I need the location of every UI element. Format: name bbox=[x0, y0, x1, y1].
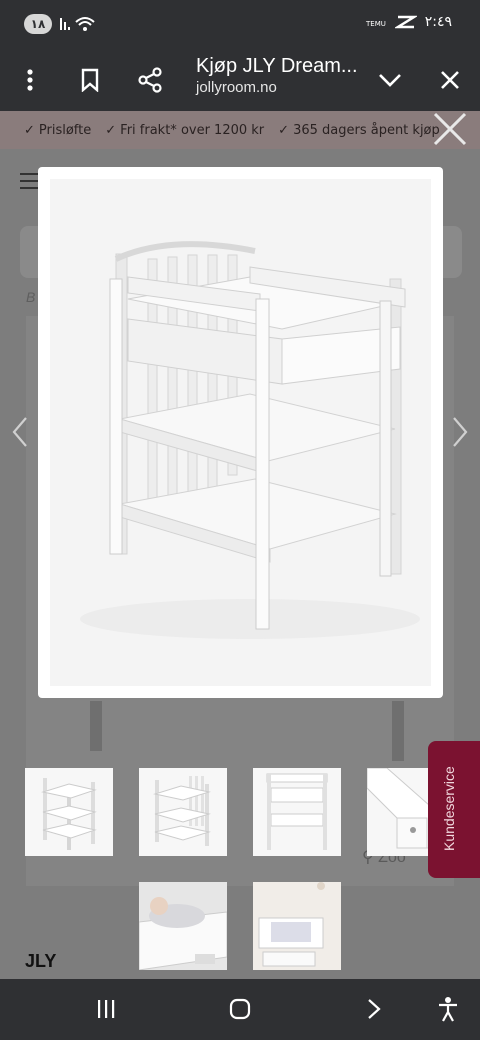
recent-apps-icon[interactable] bbox=[88, 993, 124, 1025]
customer-service-label: Kundeservice bbox=[441, 766, 457, 851]
product-image-large bbox=[50, 179, 431, 686]
bookmark-icon[interactable] bbox=[74, 64, 106, 96]
gallery-thumbnail[interactable] bbox=[139, 882, 227, 970]
check-icon: ✓ bbox=[24, 122, 35, 138]
system-nav-bar bbox=[0, 979, 480, 1040]
accessibility-icon[interactable] bbox=[430, 993, 466, 1025]
gallery-thumbnail[interactable] bbox=[139, 768, 227, 856]
modal-close-icon[interactable] bbox=[432, 111, 468, 147]
changing-table-image bbox=[50, 179, 431, 686]
data-icon: TEMU bbox=[365, 20, 386, 28]
page-title: Kjøp JLY Dream... bbox=[196, 55, 358, 77]
browser-toolbar: Kjøp JLY Dream... jollyroom.no bbox=[0, 48, 480, 111]
brand-name: JLY bbox=[25, 951, 57, 971]
share-icon[interactable] bbox=[134, 64, 166, 96]
battery-icon bbox=[394, 15, 417, 29]
hamburger-menu-icon[interactable] bbox=[20, 173, 40, 189]
customer-service-tab[interactable]: Kundeservice bbox=[428, 741, 480, 878]
check-icon: ✓ bbox=[278, 122, 290, 138]
usp-item: ✓ Fri frakt* over 1200 kr bbox=[105, 122, 265, 138]
svg-text:TEMU: TEMU bbox=[365, 20, 386, 28]
product-image-fragment bbox=[90, 701, 102, 751]
usp-item: ✓ 365 dagers åpent kjøp bbox=[278, 122, 440, 138]
notification-count-badge: ١٨ bbox=[24, 14, 52, 34]
usp-bar: ✓ Prisløfte ✓ Fri frakt* over 1200 kr ✓ 365… bbox=[0, 111, 480, 149]
product-image-fragment bbox=[392, 701, 404, 761]
back-icon[interactable] bbox=[356, 993, 392, 1025]
home-icon[interactable] bbox=[222, 993, 258, 1025]
gallery-thumbnail[interactable] bbox=[25, 768, 113, 856]
close-icon[interactable] bbox=[434, 64, 466, 96]
gallery-thumbnail[interactable] bbox=[253, 768, 341, 856]
breadcrumb: B bbox=[26, 289, 36, 305]
chevron-right-icon[interactable] bbox=[448, 414, 472, 450]
page-url: jollyroom.no bbox=[196, 79, 277, 96]
usp-item: ✓ Prisløfte bbox=[24, 122, 92, 138]
check-icon: ✓ bbox=[105, 122, 117, 138]
chevron-left-icon[interactable] bbox=[8, 414, 32, 450]
signal-wifi-icon bbox=[60, 17, 95, 31]
status-time: ٢:٤٩ bbox=[424, 14, 452, 30]
more-vert-icon[interactable] bbox=[14, 64, 46, 96]
status-bar: ١٨ TEMU ٢:٤٩ bbox=[0, 0, 480, 48]
chevron-down-icon[interactable] bbox=[374, 64, 406, 96]
image-lightbox bbox=[38, 167, 443, 698]
gallery-thumbnail[interactable] bbox=[253, 882, 341, 970]
